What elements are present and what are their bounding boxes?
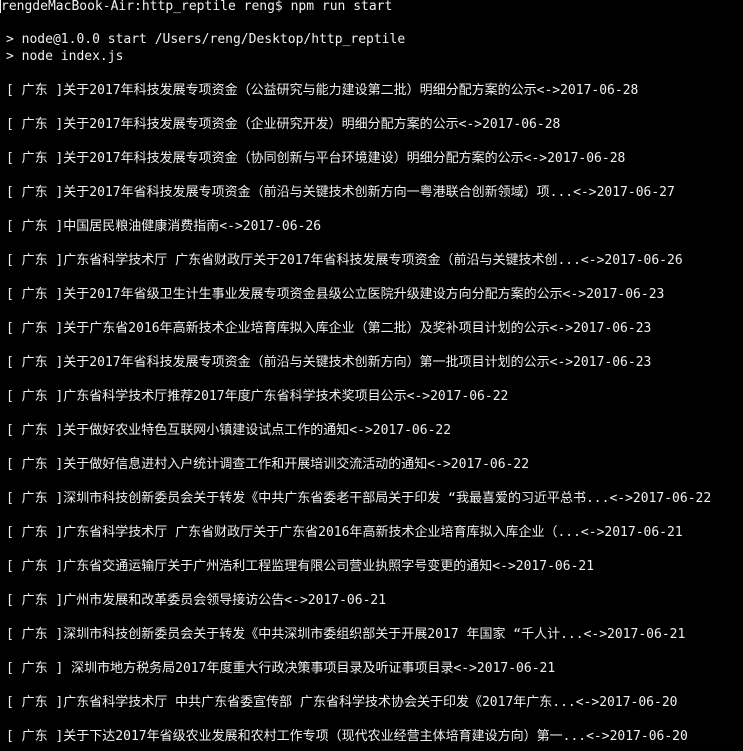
npm-start-output-line: > node@1.0.0 start /Users/reng/Desktop/h…: [6, 32, 406, 47]
output-list-item: [ 广东 ]关于做好农业特色互联网小镇建设试点工作的通知<->2017-06-2…: [6, 423, 452, 438]
output-list-item: [ 广东 ]广东省科学技术厅推荐2017年度广东省科学技术奖项目公示<->201…: [6, 389, 509, 404]
output-list-item: [ 广东 ]关于2017年省级卫生计生事业发展专项资金县级公立医院升级建设方向分…: [6, 287, 665, 302]
shell-prompt-line: rengdeMacBook-Air:http_reptile reng$ npm…: [0, 0, 743, 15]
output-list-item: [ 广东 ]关于2017年科技发展专项资金（企业研究开发）明细分配方案的公示<-…: [6, 117, 561, 132]
output-list-item: [ 广东 ]广东省科学技术厅 广东省财政厅关于广东省2016年高新技术企业培育库…: [6, 525, 683, 540]
output-list-item: [ 广东 ]广东省交通运输厅关于广州浩利工程监理有限公司营业执照字号变更的通知<…: [6, 559, 595, 574]
output-list-item: [ 广东 ]关于做好信息进村入户统计调查工作和开展培训交流活动的通知<->201…: [6, 457, 530, 472]
output-list-item: [ 广东 ]关于2017年省科技发展专项资金（前沿与关键技术创新方向一粤港联合创…: [6, 185, 675, 200]
output-list-item: [ 广东 ]深圳市科技创新委员会关于转发《中共广东省委老干部局关于印发 “我最喜…: [6, 491, 712, 506]
output-list-item: [ 广东 ]关于广东省2016年高新技术企业培育库拟入库企业（第二批）及奖补项目…: [6, 321, 652, 336]
node-index-output-line: > node index.js: [6, 49, 124, 64]
output-list-item: [ 广东 ]深圳市科技创新委员会关于转发《中共深圳市委组织部关于开展2017 年…: [6, 627, 686, 642]
output-list-item: [ 广东 ]广东省科学技术厅 中共广东省委宣传部 广东省科学技术协会关于印发《2…: [6, 695, 678, 710]
output-list-item: [ 广东 ]关于下达2017年省级农业发展和农村工作专项（现代农业经营主体培育建…: [6, 729, 688, 744]
output-list-item: [ 广东 ]广州市发展和改革委员会领导接访公告<->2017-06-21: [6, 593, 387, 608]
output-list-item: [ 广东 ]关于2017年科技发展专项资金（公益研究与能力建设第二批）明细分配方…: [6, 83, 639, 98]
output-list-item: [ 广东 ]中国居民粮油健康消费指南<->2017-06-26: [6, 219, 322, 234]
shell-prompt-text: rengdeMacBook-Air:http_reptile reng$ npm…: [1, 0, 393, 14]
output-list-item: [ 广东 ] 深圳市地方税务局2017年度重大行政决策事项目录及听证事项目录<-…: [6, 661, 556, 676]
output-list-item: [ 广东 ]广东省科学技术厅 广东省财政厅关于2017年省科技发展专项资金（前沿…: [6, 253, 683, 268]
output-list-item: [ 广东 ]关于2017年省科技发展专项资金（前沿与关键技术创新方向）第一批项目…: [6, 355, 652, 370]
output-list-item: [ 广东 ]关于2017年科技发展专项资金（协同创新与平台环境建设）明细分配方案…: [6, 151, 626, 166]
terminal-window[interactable]: rengdeMacBook-Air:http_reptile reng$ npm…: [0, 0, 743, 751]
